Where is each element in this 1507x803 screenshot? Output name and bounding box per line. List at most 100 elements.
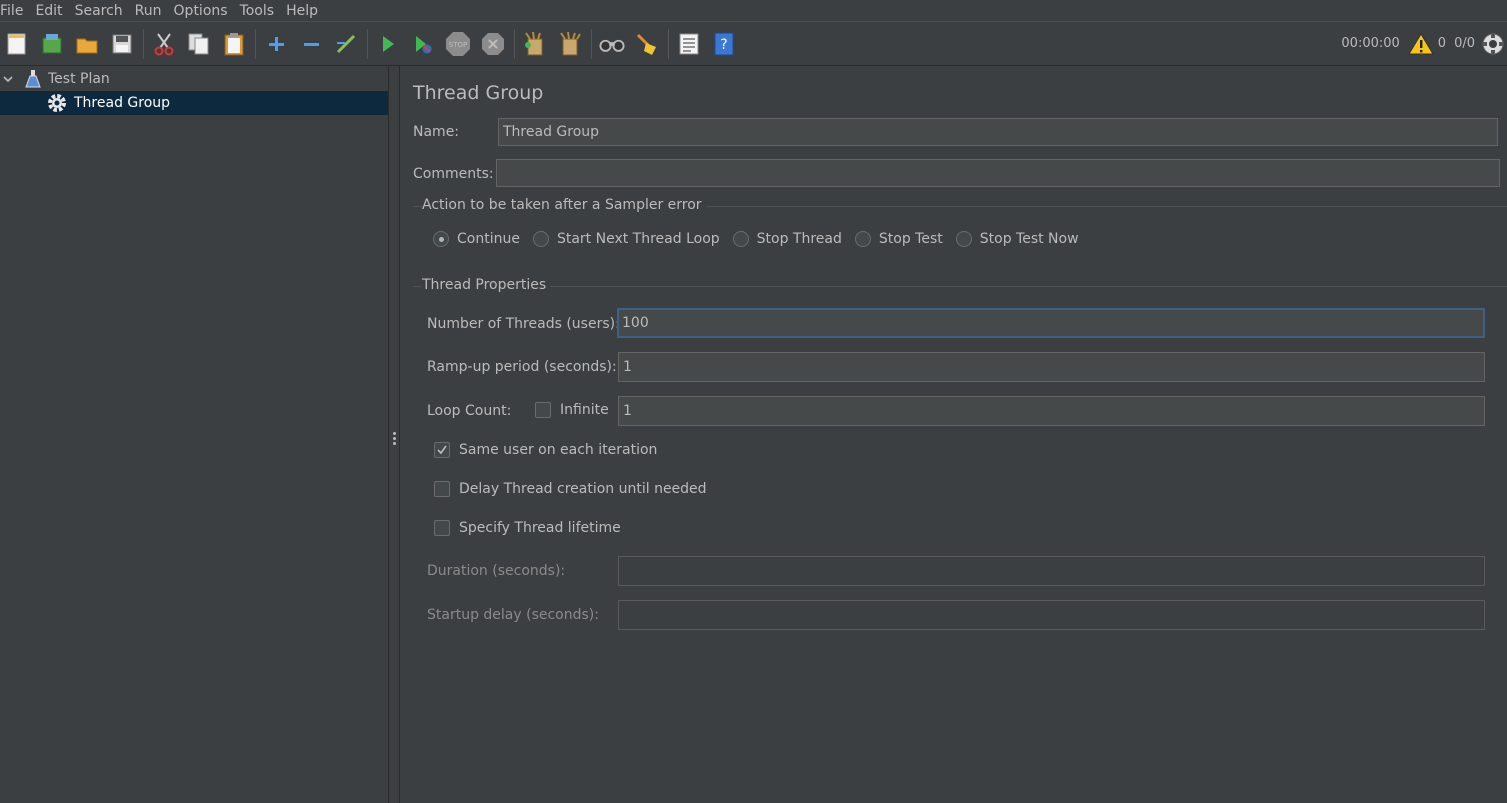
check-icon [437, 445, 447, 455]
radio-button[interactable] [532, 231, 549, 247]
splitter-grip[interactable] [393, 432, 396, 447]
name-label: Name: [413, 124, 460, 140]
help-icon[interactable]: ? [711, 30, 737, 58]
duration-label: Duration (seconds): [427, 563, 566, 579]
clear-icon[interactable] [522, 30, 548, 58]
radio-stop-thread[interactable]: Stop Thread [732, 231, 842, 247]
function-helper-icon[interactable] [676, 30, 702, 58]
elapsed-timer: 00:00:00 [1341, 36, 1400, 51]
loop-count-input[interactable] [618, 396, 1485, 426]
delay-creation-row[interactable]: Delay Thread creation until needed [434, 481, 707, 497]
toggle-icon[interactable] [333, 30, 359, 58]
warning-icon[interactable] [1407, 32, 1434, 56]
menu-edit[interactable]: Edit [35, 2, 68, 20]
radio-label: Stop Test [878, 231, 943, 247]
tree-item-test-plan[interactable]: Test Plan [0, 67, 388, 91]
search-icon[interactable] [599, 30, 625, 58]
radio-label: Stop Thread [756, 231, 842, 247]
open-icon[interactable] [74, 30, 100, 58]
warning-count: 0 [1437, 36, 1447, 51]
toolbar: STOP ? 00:00:00 0 0/0 [0, 22, 1507, 65]
toolbar-status: 00:00:00 0 0/0 [1341, 22, 1507, 65]
duration-input[interactable] [618, 556, 1485, 586]
shutdown-icon[interactable] [480, 30, 506, 58]
name-input[interactable] [498, 118, 1498, 146]
tree-item-label: Thread Group [74, 95, 171, 111]
page-title: Thread Group [413, 82, 544, 104]
tree-item-thread-group[interactable]: Thread Group [0, 91, 388, 115]
radio-start-next-thread-loop[interactable]: Start Next Thread Loop [532, 231, 720, 247]
sampler-error-options: Continue Start Next Thread Loop Stop Thr… [433, 231, 1092, 247]
thread-lifetime-label: Specify Thread lifetime [459, 520, 621, 536]
toolbar-divider [668, 28, 669, 59]
radio-label: Start Next Thread Loop [556, 231, 720, 247]
rampup-label: Ramp-up period (seconds): [427, 359, 617, 375]
loop-count-label: Loop Count: [427, 403, 512, 419]
templates-icon[interactable] [39, 30, 65, 58]
menu-options[interactable]: Options [174, 2, 234, 20]
flask-icon [24, 69, 42, 89]
reset-search-icon[interactable] [634, 30, 660, 58]
toolbar-divider [591, 28, 592, 59]
radio-stop-test[interactable]: Stop Test [854, 231, 943, 247]
tree-item-label: Test Plan [48, 71, 110, 87]
menu-file[interactable]: File [0, 2, 29, 20]
menu-run[interactable]: Run [135, 2, 168, 20]
sampler-error-group-title: Action to be taken after a Sampler error [422, 197, 706, 213]
delay-creation-label: Delay Thread creation until needed [459, 481, 707, 497]
collapse-icon[interactable] [298, 30, 324, 58]
toolbar-divider [514, 28, 515, 59]
menu-bar: File Edit Search Run Options Tools Help [0, 0, 1507, 21]
radio-button[interactable] [732, 231, 749, 247]
test-plan-tree: Test Plan Thread Group [0, 66, 388, 803]
clear-all-icon[interactable] [557, 30, 583, 58]
paste-icon[interactable] [221, 30, 247, 58]
toolbar-divider [143, 28, 144, 59]
split-pane-divider[interactable] [388, 66, 400, 803]
start-icon[interactable] [375, 30, 401, 58]
rampup-input[interactable] [618, 352, 1485, 382]
save-icon[interactable] [109, 30, 135, 58]
svg-text:STOP: STOP [449, 41, 467, 49]
thread-properties-group-title: Thread Properties [422, 277, 551, 293]
copy-icon[interactable] [186, 30, 212, 58]
startup-delay-input[interactable] [618, 600, 1485, 630]
same-user-row[interactable]: Same user on each iteration [434, 442, 657, 458]
radio-button[interactable] [955, 231, 972, 247]
expand-icon[interactable] [263, 30, 289, 58]
toolbar-divider [255, 28, 256, 59]
comments-input[interactable] [496, 159, 1500, 187]
radio-button[interactable] [433, 231, 449, 247]
same-user-label: Same user on each iteration [459, 442, 658, 458]
radio-button[interactable] [854, 231, 871, 247]
same-user-checkbox[interactable] [434, 442, 450, 458]
threads-input[interactable] [617, 308, 1485, 338]
startup-delay-label: Startup delay (seconds): [427, 607, 599, 623]
thread-lifetime-row[interactable]: Specify Thread lifetime [434, 520, 621, 536]
menu-search[interactable]: Search [75, 2, 129, 20]
toolbar-divider [367, 28, 368, 59]
radio-label: Continue [457, 231, 520, 247]
thread-group-panel: Thread Group Name: Comments: Action to b… [401, 66, 1507, 803]
radio-label: Stop Test Now [979, 231, 1079, 247]
group-border [413, 286, 1507, 287]
cut-icon[interactable] [151, 30, 177, 58]
gear-icon [46, 92, 68, 114]
new-icon[interactable] [4, 30, 30, 58]
infinite-checkbox-row[interactable]: Infinite [535, 402, 609, 418]
stop-icon[interactable]: STOP [445, 30, 471, 58]
active-threads-count: 0/0 [1454, 36, 1475, 51]
chevron-down-icon[interactable] [2, 73, 14, 85]
menu-tools[interactable]: Tools [240, 2, 281, 20]
menu-help[interactable]: Help [286, 2, 324, 20]
infinite-label: Infinite [560, 402, 609, 418]
threads-label: Number of Threads (users): [427, 316, 620, 332]
delay-creation-checkbox[interactable] [434, 481, 450, 497]
radio-continue[interactable]: Continue [433, 231, 520, 247]
radio-stop-test-now[interactable]: Stop Test Now [955, 231, 1079, 247]
infinite-checkbox[interactable] [535, 402, 551, 418]
start-no-timers-icon[interactable] [410, 30, 436, 58]
thread-lifetime-checkbox[interactable] [434, 520, 450, 536]
remote-icon[interactable] [1481, 32, 1505, 56]
svg-text:?: ? [720, 37, 727, 53]
